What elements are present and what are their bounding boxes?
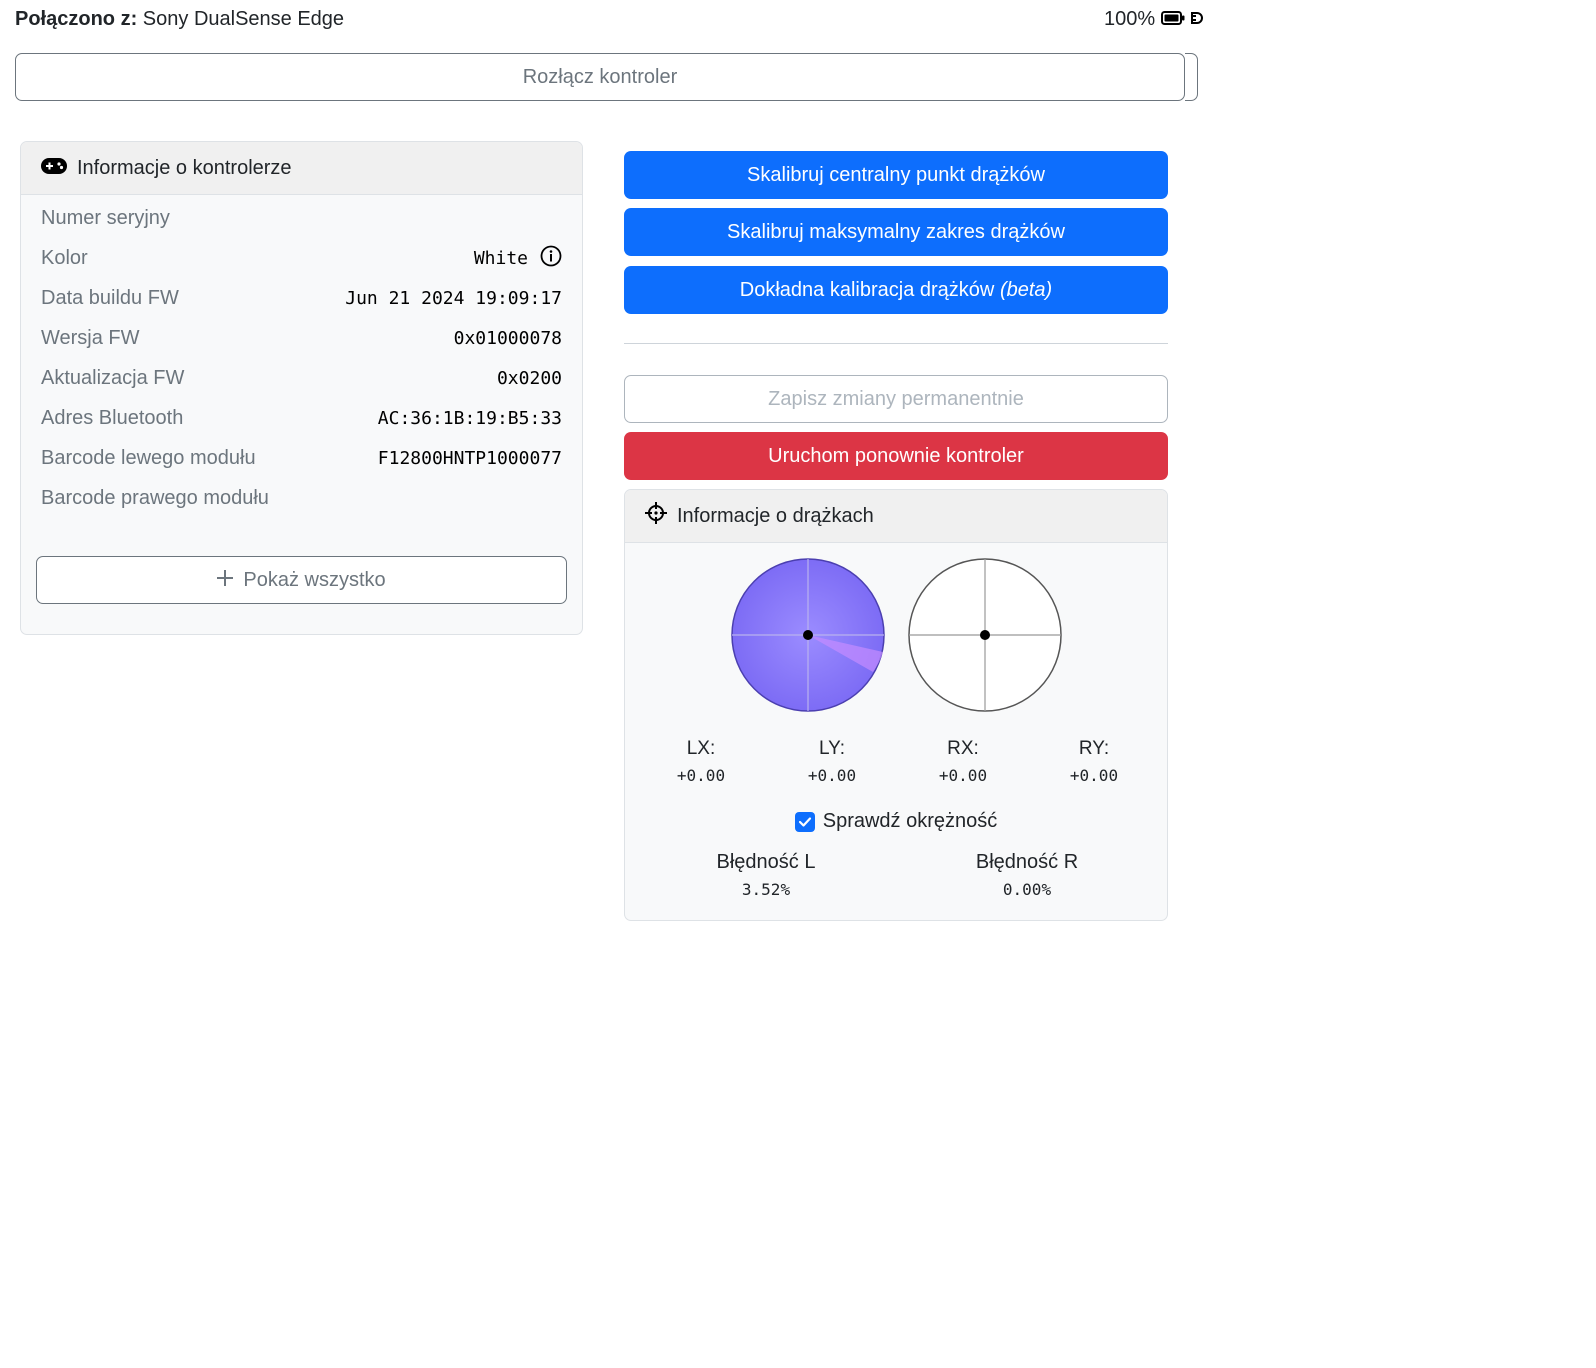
info-row-bluetooth-address: Adres Bluetooth AC:36:1B:19:B5:33: [41, 398, 562, 438]
info-row-left-module-barcode: Barcode lewego modułu F12800HNTP1000077: [41, 438, 562, 478]
axis-ly: LY: +0.00: [777, 738, 887, 785]
info-label: Barcode prawego modułu: [41, 486, 269, 509]
error-right-label: Błędność R: [975, 851, 1079, 873]
axis-value: +0.00: [1069, 766, 1119, 785]
error-left: Błędność L 3.52%: [686, 851, 846, 899]
disconnect-button-edge: [1185, 53, 1198, 101]
info-value: Jun 21 2024 19:09:17: [345, 287, 562, 309]
plug-icon: [1191, 6, 1204, 32]
error-left-value: 3.52%: [741, 880, 791, 899]
checkmark-icon: [798, 816, 811, 827]
info-row-fw-build-date: Data buildu FW Jun 21 2024 19:09:17: [41, 278, 562, 318]
calibrate-center-button[interactable]: Skalibruj centralny punkt drążków: [624, 151, 1168, 199]
info-label: Adres Bluetooth: [41, 406, 184, 429]
sticks-info-card: Informacje o drążkach LX: +0.00 LY: +0.0…: [624, 489, 1168, 921]
check-circularity-row: Sprawdź okrężność: [625, 810, 1167, 833]
axis-label: LX:: [686, 738, 716, 759]
connected-label: Połączono z:: [15, 8, 138, 30]
disconnect-button[interactable]: Rozłącz kontroler: [15, 53, 1185, 101]
info-label: Aktualizacja FW: [41, 366, 185, 389]
battery-percent: 100%: [1104, 8, 1156, 30]
info-value: 0x0200: [496, 367, 562, 389]
info-row-color: Kolor White: [41, 238, 562, 278]
show-all-button[interactable]: Pokaż wszystko: [36, 556, 567, 604]
axis-label: RX:: [947, 738, 979, 759]
check-circularity-label[interactable]: Sprawdź okrężność: [823, 810, 998, 833]
axis-rx: RX: +0.00: [908, 738, 1018, 785]
check-circularity-checkbox[interactable]: [794, 811, 815, 832]
axis-lx: LX: +0.00: [646, 738, 756, 785]
axis-value: +0.00: [807, 766, 857, 785]
reboot-controller-button[interactable]: Uruchom ponownie kontroler: [624, 432, 1168, 480]
sticks-info-title: Informacje o drążkach: [677, 504, 874, 527]
save-permanent-button[interactable]: Zapisz zmiany permanentnie: [624, 375, 1168, 423]
axis-value: +0.00: [938, 766, 988, 785]
plus-icon: [217, 569, 234, 592]
connection-status: Połączono z: Sony DualSense Edge: [15, 6, 344, 32]
right-stick-circle: [908, 558, 1062, 712]
info-value-wrap: White: [474, 245, 562, 272]
info-row-fw-update: Aktualizacja FW 0x0200: [41, 358, 562, 398]
info-value: White: [473, 247, 528, 269]
info-row-serial: Numer seryjny: [41, 198, 562, 238]
controller-info-card: Informacje o kontrolerze Numer seryjny K…: [20, 141, 583, 635]
fine-calibration-label: Dokładna kalibracja drążków: [739, 278, 995, 301]
error-right-value: 0.00%: [1002, 880, 1052, 899]
device-name: Sony DualSense Edge: [142, 8, 345, 30]
info-label: Kolor: [41, 246, 88, 269]
sticks-visualization: [731, 558, 1062, 712]
info-value: AC:36:1B:19:B5:33: [377, 407, 562, 429]
info-value: 0x01000078: [453, 327, 562, 349]
axis-label: LY:: [818, 738, 846, 759]
crosshair-icon: [645, 502, 667, 530]
controller-info-title: Informacje o kontrolerze: [77, 156, 292, 179]
info-label: Data buildu FW: [41, 286, 179, 309]
divider: [624, 343, 1168, 344]
right-stick-dot: [980, 630, 990, 640]
error-left-label: Błędność L: [716, 851, 816, 873]
controller-info-header: Informacje o kontrolerze: [21, 142, 582, 195]
axis-value: +0.00: [676, 766, 726, 785]
axis-ry: RY: +0.00: [1039, 738, 1149, 785]
error-right: Błędność R 0.00%: [947, 851, 1107, 899]
beta-label: (beta): [999, 278, 1053, 301]
info-label: Wersja FW: [41, 326, 140, 349]
left-stick-circle: [731, 558, 885, 712]
battery-full-icon: [1161, 6, 1185, 32]
show-all-label: Pokaż wszystko: [243, 568, 386, 591]
info-row-fw-version: Wersja FW 0x01000078: [41, 318, 562, 358]
fine-calibration-button[interactable]: Dokładna kalibracja drążków (beta): [624, 266, 1168, 314]
axis-label: RY:: [1078, 738, 1110, 759]
sticks-info-header: Informacje o drążkach: [625, 490, 1167, 543]
left-stick-dot: [803, 630, 813, 640]
info-row-right-module-barcode: Barcode prawego modułu: [41, 478, 562, 518]
gamepad-icon: [41, 157, 67, 180]
info-value: F12800HNTP1000077: [377, 447, 562, 469]
battery-status: 100%: [1104, 6, 1204, 32]
info-label: Barcode lewego modułu: [41, 446, 256, 469]
info-label: Numer seryjny: [41, 206, 170, 229]
calibrate-range-button[interactable]: Skalibruj maksymalny zakres drążków: [624, 208, 1168, 256]
info-circle-icon[interactable]: [540, 245, 562, 272]
